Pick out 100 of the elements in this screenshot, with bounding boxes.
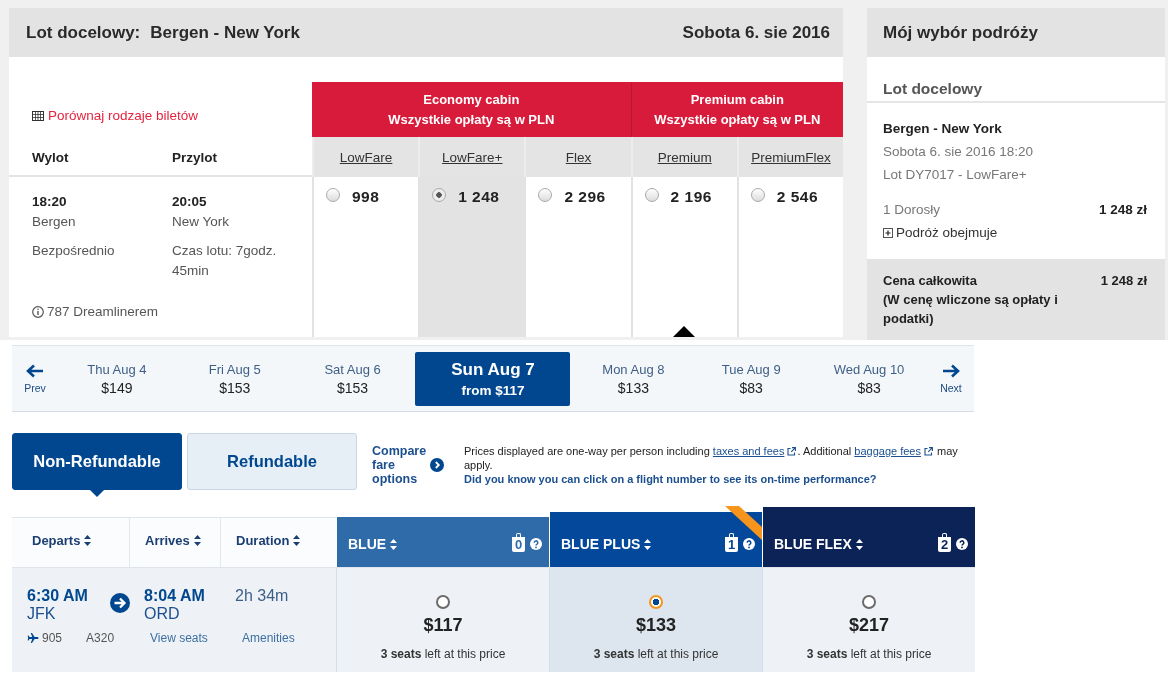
arrival-airport: ORD [144,605,181,623]
radio-button[interactable] [326,188,340,202]
fare-type-link[interactable]: LowFare+ [442,149,503,165]
fare-option-cell[interactable]: $217 3 seats left at this price [762,567,975,672]
passenger-price: 1 248 zł [1098,201,1147,219]
sort-header[interactable]: Arrives [145,533,201,548]
fare-price: 2 296 [564,188,606,206]
help-icon[interactable] [743,538,755,550]
table-icon [32,111,44,121]
fare-price-cell[interactable]: 2 296 [524,177,631,337]
arrival-city: New York [172,213,231,231]
price-notice: Prices displayed are one-way per person including taxes and fees . Additional baggage fees may apply. [464,444,959,472]
fee-link[interactable]: baggage fees [854,445,921,457]
view-seats-link[interactable]: View seats [150,631,208,645]
sort-icon [390,538,398,550]
plane-icon [27,632,39,644]
cabin-name: Premium cabin [690,90,784,109]
column-header: Przylot [172,150,218,166]
fare-price: 1 248 [458,188,500,206]
summary-title: Mój wybór podróży [883,22,1038,43]
sort-icon [193,535,201,546]
seats-left-text: 3 seats left at this price [593,647,719,661]
cabin-name: Economy cabin [423,90,520,109]
aircraft-text: 787 Dreamlinerem [47,303,159,321]
total-price: 1 248 zł [1100,272,1147,290]
compare-fares-link[interactable]: Porównaj rodzaje biletów [32,108,199,124]
passenger-count: 1 Dorosły [883,201,941,219]
fare-type-link[interactable]: PremiumFlex [751,149,831,165]
amenities-link[interactable]: Amenities [242,631,295,645]
radio-button[interactable] [649,595,663,609]
fare-price-cell[interactable]: 1 248 [418,177,525,337]
total-note: (W cenę wliczone są opłaty i podatki) [883,291,1059,328]
fare-price: 2 546 [776,188,819,206]
fare-type-link[interactable]: Flex [565,149,592,165]
chevron-circle-icon [430,458,444,472]
fare-sort-header[interactable]: BLUE FLEX [774,536,863,552]
external-link-icon [923,447,933,456]
fare-price-cell[interactable]: 2 546 [736,177,843,337]
fare-tab[interactable]: Refundable [187,433,357,490]
departure-city: Bergen [32,213,77,231]
seats-left-text: 3 seats left at this price [806,647,932,661]
arrival-time: 20:05 [172,193,208,211]
radio-button[interactable] [436,595,450,609]
sort-header[interactable]: Departs [32,533,92,548]
currency-note: Wszystkie opłaty są w PLN [654,110,821,129]
flight-date: Sobota 6. sie 2016 [682,22,830,43]
external-link-icon [787,447,797,456]
fare-price: $133 [635,614,676,637]
flight-number-tip: Did you know you can click on a flight number to see its on-time performance? [464,472,878,486]
fee-link[interactable]: taxes and fees [712,445,785,457]
date-option[interactable]: Sun Aug 7 from $117 [415,351,571,406]
departure-time: 18:20 [32,193,68,211]
departure-time: 6:30 AM [27,587,88,605]
fare-sort-header[interactable]: BLUE PLUS [561,536,652,552]
fare-option-cell[interactable]: $117 3 seats left at this price [336,567,549,672]
radio-button[interactable] [750,188,765,202]
header-title: Lot docelowy: [26,22,141,43]
help-icon[interactable] [956,538,968,550]
total-label: Cena całkowita [883,272,978,290]
fare-price: 998 [352,188,380,206]
tab-pointer-icon [90,490,104,497]
aircraft-type: A320 [86,631,115,645]
column-header: Wylot [32,150,70,166]
date-option[interactable]: Mon Aug 8 $133 [574,351,693,406]
date-option[interactable]: Sat Aug 6 $153 [293,351,412,406]
radio-button[interactable] [432,188,447,202]
fare-tab[interactable]: Non-Refundable [12,433,182,490]
sort-icon [855,538,863,550]
summary-flight: Lot DY7017 - LowFare+ [883,166,1028,184]
stops-text: Bezpośrednio [32,242,116,260]
flight-number-link[interactable]: 905 [27,631,63,645]
date-option[interactable]: Tue Aug 9 $83 [692,351,811,406]
route-title: Bergen - New York [150,22,300,43]
summary-route: Bergen - New York [883,120,1003,138]
fare-type-link[interactable]: Premium [657,149,712,165]
radio-button[interactable] [538,188,553,202]
section-title: Lot docelowy [883,80,983,97]
currency-note: Wszystkie opłaty są w PLN [388,110,555,129]
sort-header[interactable]: Duration [236,533,301,548]
flight-duration: 2h 34m [235,587,290,605]
radio-button[interactable] [644,188,659,202]
compare-options-link[interactable]: Compare fare options [372,444,444,486]
arrow-circle-icon [110,593,130,613]
fare-type-link[interactable]: LowFare [339,149,393,165]
date-option[interactable]: Thu Aug 4 $149 [58,351,176,406]
date-option[interactable]: Wed Aug 10 $83 [810,351,928,406]
duration-text: Czas lotu: 7godz. 45min [172,242,278,280]
radio-button[interactable] [862,595,876,609]
trip-includes-toggle[interactable]: Podróż obejmuje [883,221,998,244]
seats-left-text: 3 seats left at this price [380,647,506,661]
fare-sort-header[interactable]: BLUE [348,536,398,552]
date-option[interactable]: Fri Aug 5 $153 [175,351,294,406]
departure-airport: JFK [27,605,57,623]
next-button[interactable]: Next [927,363,974,394]
sort-icon [644,538,652,550]
summary-date: Sobota 6. sie 2016 18:20 [883,143,1035,161]
fare-price: 2 196 [670,188,712,206]
prev-button[interactable]: Prev [12,363,58,394]
fare-option-cell[interactable]: $133 3 seats left at this price [549,567,762,672]
fare-price: $117 [423,614,463,637]
